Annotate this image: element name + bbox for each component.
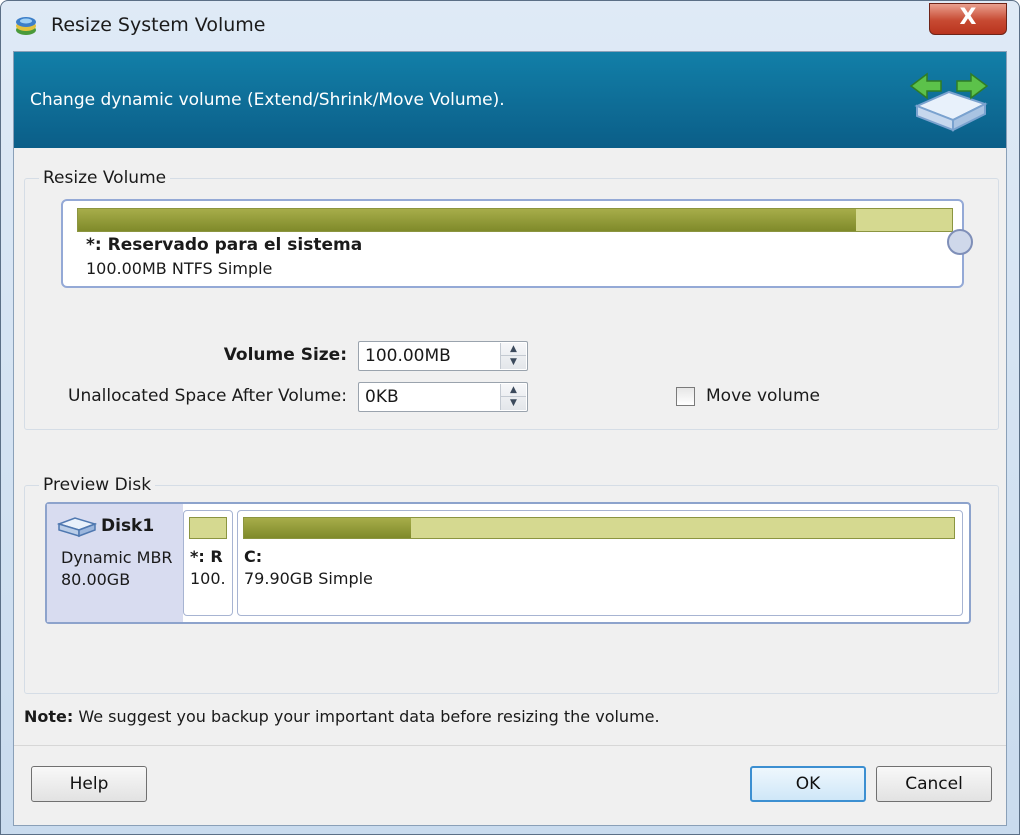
backup-note: Note: We suggest you backup your importa…	[24, 707, 660, 726]
partition-system-reserved[interactable]: *: R 100.	[183, 510, 233, 616]
window-title: Resize System Volume	[51, 14, 266, 36]
volume-size-value[interactable]: 100.00MB	[365, 346, 451, 366]
unallocated-after-value[interactable]: 0KB	[365, 387, 399, 407]
unallocated-after-increase-button[interactable]: ▲	[501, 384, 526, 397]
ok-button[interactable]: OK	[750, 766, 866, 802]
volume-size-increase-button[interactable]: ▲	[501, 343, 526, 356]
unallocated-after-spinbox[interactable]: 0KB ▲ ▼	[358, 382, 528, 412]
volume-usage-fill	[78, 209, 856, 231]
disk-info-cell[interactable]: Disk1 Dynamic MBR 80.00GB	[47, 504, 183, 622]
volume-map[interactable]: *: Reservado para el sistema 100.00MB NT…	[61, 199, 964, 288]
banner-description: Change dynamic volume (Extend/Shrink/Mov…	[30, 90, 505, 110]
resize-volume-dialog: Resize System Volume X Change dynamic vo…	[0, 0, 1020, 835]
note-prefix: Note:	[24, 707, 74, 726]
unallocated-after-label: Unallocated Space After Volume:	[68, 386, 347, 406]
resize-arrows-drive-icon	[909, 72, 989, 132]
volume-size-spin-buttons: ▲ ▼	[500, 343, 526, 369]
disk-layout-panel: Disk1 Dynamic MBR 80.00GB *: R 100. C: 7…	[45, 502, 971, 624]
partition-usage-bar	[243, 517, 955, 539]
partition-name: *: R	[190, 547, 223, 566]
partition-description: 100.	[190, 569, 226, 588]
footer-separator	[14, 745, 1006, 746]
disk-size: 80.00GB	[61, 570, 131, 589]
preview-disk-group: Preview Disk Disk1 Dynamic MBR 80.00GB *…	[24, 475, 999, 694]
disk-drive-icon	[57, 517, 97, 538]
partition-usage-bar	[189, 517, 227, 539]
volume-name: *: Reservado para el sistema	[86, 235, 363, 255]
note-text: We suggest you backup your important dat…	[73, 707, 660, 726]
title-bar[interactable]: Resize System Volume X	[1, 1, 1019, 51]
volume-description: 100.00MB NTFS Simple	[86, 259, 273, 278]
disk-name: Disk1	[101, 516, 155, 536]
close-button[interactable]: X	[929, 3, 1007, 35]
resize-volume-group-label: Resize Volume	[39, 168, 171, 188]
partition-name: C:	[244, 547, 263, 566]
move-volume-checkbox[interactable]	[676, 387, 695, 406]
disk-type: Dynamic MBR	[61, 548, 173, 567]
help-button[interactable]: Help	[31, 766, 147, 802]
move-volume-label[interactable]: Move volume	[706, 386, 820, 406]
resize-handle[interactable]	[947, 229, 973, 255]
partition-c[interactable]: C: 79.90GB Simple	[237, 510, 963, 616]
preview-disk-group-label: Preview Disk	[39, 475, 156, 495]
partition-usage-fill	[244, 518, 411, 538]
volume-size-spinbox[interactable]: 100.00MB ▲ ▼	[358, 341, 528, 371]
app-icon	[16, 17, 36, 35]
header-banner: Change dynamic volume (Extend/Shrink/Mov…	[14, 52, 1006, 148]
unallocated-after-spin-buttons: ▲ ▼	[500, 384, 526, 410]
cancel-button[interactable]: Cancel	[876, 766, 992, 802]
volume-size-decrease-button[interactable]: ▼	[501, 356, 526, 369]
volume-size-label: Volume Size:	[223, 345, 347, 365]
volume-usage-bar	[77, 208, 953, 232]
resize-volume-group: Resize Volume *: Reservado para el siste…	[24, 168, 999, 430]
partition-description: 79.90GB Simple	[244, 569, 373, 588]
unallocated-after-decrease-button[interactable]: ▼	[501, 397, 526, 410]
dialog-client-area: Change dynamic volume (Extend/Shrink/Mov…	[13, 51, 1007, 826]
